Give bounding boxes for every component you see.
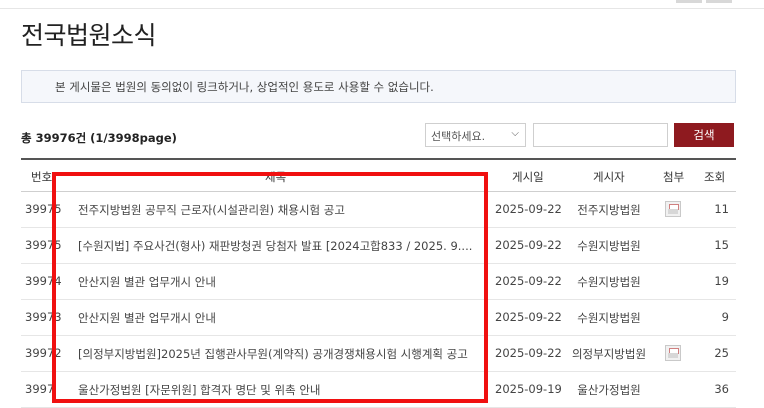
row-date: 2025-09-22 <box>495 346 562 360</box>
row-date: 2025-09-19 <box>495 382 562 396</box>
table-row[interactable]: 3997 울산가정법원 [자문위원] 합격자 명단 및 위촉 안내 2025-09-… <box>21 372 736 408</box>
chevron-down-icon: ⌵ <box>511 128 519 139</box>
notice-box: 본 게시물은 법원의 동의없이 링크하거나, 상업적인 용도로 사용할 수 없습… <box>21 70 736 103</box>
row-views: 9 <box>721 310 729 324</box>
table-row[interactable]: 39972 [의정부지방법원]2025년 집행관사무원(계약직) 공개경쟁채용시험… <box>21 336 736 372</box>
row-number: 39972 <box>25 346 62 360</box>
header-title: 제목 <box>265 170 287 184</box>
notice-text: 본 게시물은 법원의 동의없이 링크하거나, 상업적인 용도로 사용할 수 없습… <box>55 80 434 94</box>
row-date: 2025-09-22 <box>495 238 562 252</box>
row-views: 15 <box>714 238 729 252</box>
header-attach: 첨부 <box>663 170 685 184</box>
total-count: 총 39976건 (1/3998page) <box>21 131 177 145</box>
table-row[interactable]: 39973 안산지원 별관 업무개시 안내 2025-09-22 수원지방법원 9 <box>21 300 736 336</box>
search-input[interactable] <box>533 123 668 147</box>
top-button-1[interactable] <box>676 0 702 3</box>
file-attachment-icon[interactable] <box>665 345 681 361</box>
row-date: 2025-09-22 <box>495 202 562 216</box>
row-title-link[interactable]: 울산가정법원 [자문위원] 합격자 명단 및 위촉 안내 <box>78 382 473 398</box>
row-writer: 수원지방법원 <box>577 239 641 253</box>
search-type-select[interactable]: 선택하세요. ⌵ <box>425 123 526 147</box>
page-title: 전국법원소식 <box>21 21 157 50</box>
row-views: 19 <box>714 274 729 288</box>
file-attachment-icon[interactable] <box>665 201 681 217</box>
header-writer: 게시자 <box>593 170 625 184</box>
search-button[interactable]: 검색 <box>674 123 734 147</box>
row-writer: 의정부지방법원 <box>571 347 647 361</box>
row-title-link[interactable]: [수원지법] 주요사건(형사) 재판방청권 당첨자 발표 [2024고합833 … <box>78 238 473 254</box>
row-date: 2025-09-22 <box>495 274 562 288</box>
table-row[interactable]: 39975 [수원지법] 주요사건(형사) 재판방청권 당첨자 발표 [2024고… <box>21 228 736 264</box>
row-title-link[interactable]: 안산지원 별관 업무개시 안내 <box>78 310 473 326</box>
row-views: 36 <box>714 382 729 396</box>
row-writer: 수원지방법원 <box>577 275 641 289</box>
row-views: 11 <box>714 202 729 216</box>
table-row[interactable]: 39975 전주지방법원 공무직 근로자(시설관리원) 채용시험 공고 2025-0… <box>21 192 736 228</box>
row-writer: 전주지방법원 <box>577 203 641 217</box>
top-divider <box>0 8 764 9</box>
table-header: 번호 제목 게시일 게시자 첨부 조회 <box>21 158 736 192</box>
row-number: 39975 <box>25 202 62 216</box>
row-writer: 수원지방법원 <box>577 311 641 325</box>
header-views: 조회 <box>704 170 726 184</box>
top-button-2[interactable] <box>706 0 732 3</box>
row-title-link[interactable]: [의정부지방법원]2025년 집행관사무원(계약직) 공개경쟁채용시험 시행계획… <box>78 346 473 362</box>
header-num: 번호 <box>31 170 53 184</box>
row-title-link[interactable]: 안산지원 별관 업무개시 안내 <box>78 274 473 290</box>
search-type-value: 선택하세요. <box>431 130 486 143</box>
row-number: 3997 <box>25 382 55 396</box>
row-number: 39975 <box>25 238 62 252</box>
header-date: 게시일 <box>512 170 544 184</box>
row-number: 39974 <box>25 274 62 288</box>
row-views: 25 <box>714 346 729 360</box>
row-title-link[interactable]: 전주지방법원 공무직 근로자(시설관리원) 채용시험 공고 <box>78 202 473 218</box>
row-writer: 울산가정법원 <box>577 383 641 397</box>
row-number: 39973 <box>25 310 62 324</box>
table-row[interactable]: 39974 안산지원 별관 업무개시 안내 2025-09-22 수원지방법원 19 <box>21 264 736 300</box>
row-date: 2025-09-22 <box>495 310 562 324</box>
